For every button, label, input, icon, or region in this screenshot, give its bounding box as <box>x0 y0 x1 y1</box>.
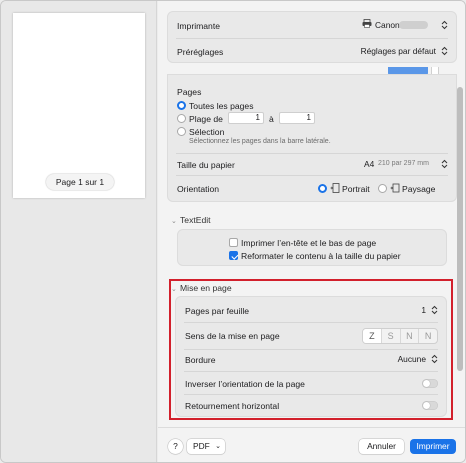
range-from-input[interactable]: 1 <box>228 112 264 124</box>
header-footer-checkbox[interactable] <box>229 238 238 247</box>
portrait-label: Portrait <box>342 184 370 194</box>
print-button[interactable]: Imprimer <box>410 439 456 454</box>
header-footer-label: Imprimer l’en-tête et le bas de page <box>241 238 377 248</box>
pages-title: Pages <box>177 87 202 97</box>
portrait-icon <box>330 183 340 194</box>
landscape-radio[interactable] <box>378 184 387 193</box>
chevron-updown-icon <box>441 159 448 169</box>
range-to-label: à <box>269 114 274 124</box>
divider <box>176 153 448 154</box>
settings-scrollbar[interactable] <box>457 87 463 371</box>
selection-label: Sélection <box>189 127 225 137</box>
presets-select[interactable]: Réglages par défaut <box>338 44 448 58</box>
printer-card: Imprimante Canon Préréglages Réglages pa… <box>167 11 457 63</box>
paper-size-dimensions: 210 par 297 mm <box>378 159 429 167</box>
rewrap-label: Reformater le contenu à la taille du pap… <box>241 251 401 261</box>
divider <box>176 38 448 39</box>
paper-size-select[interactable]: A4 210 par 297 mm <box>358 157 448 171</box>
pages-card: Pages Toutes les pages Plage de 1 à 1 Sé… <box>167 74 457 202</box>
presets-value: Réglages par défaut <box>360 46 436 56</box>
annotation-highlight-box <box>169 279 453 420</box>
cancel-button[interactable]: Annuler <box>359 439 404 454</box>
portrait-radio[interactable] <box>318 184 327 193</box>
selection-radio[interactable] <box>177 127 186 136</box>
chevron-updown-icon <box>441 20 448 30</box>
help-button[interactable]: ? <box>168 439 183 454</box>
printer-select[interactable]: Canon <box>356 18 448 32</box>
textedit-section-header[interactable]: ⌄ TextEdit <box>171 215 211 225</box>
all-pages-label: Toutes les pages <box>189 101 254 111</box>
disclosure-down-icon: ⌄ <box>171 218 177 225</box>
landscape-label: Paysage <box>402 184 436 194</box>
selection-hint: Sélectionnez les pages dans la barre lat… <box>189 138 331 145</box>
rewrap-checkbox[interactable] <box>229 251 238 260</box>
chevron-updown-icon <box>441 46 448 56</box>
paper-size-label: Taille du papier <box>177 160 235 170</box>
printer-value: Canon <box>375 20 400 30</box>
page-range-label: Plage de <box>189 114 223 124</box>
paper-size-value: A4 <box>364 159 375 169</box>
printer-name-redacted <box>399 21 428 29</box>
print-dialog: Page 1 sur 1 Imprimante Canon Préréglage… <box>0 0 466 463</box>
dialog-footer: ? PDF ⌄ Annuler Imprimer <box>158 427 465 462</box>
range-to-input[interactable]: 1 <box>279 112 315 124</box>
textedit-title: TextEdit <box>180 215 211 225</box>
pdf-label: PDF <box>193 441 210 451</box>
pdf-menu-button[interactable]: PDF ⌄ <box>187 439 225 454</box>
printer-label: Imprimante <box>177 21 220 31</box>
presets-label: Préréglages <box>177 47 224 57</box>
printer-icon <box>362 19 372 28</box>
landscape-icon <box>390 183 400 194</box>
all-pages-radio[interactable] <box>177 101 186 110</box>
chevron-down-icon: ⌄ <box>215 443 221 450</box>
page-range-radio[interactable] <box>177 114 186 123</box>
orientation-label: Orientation <box>177 184 220 194</box>
divider <box>176 175 448 176</box>
page-preview-thumbnail[interactable] <box>13 13 145 198</box>
page-indicator: Page 1 sur 1 <box>46 174 114 190</box>
preview-pane: Page 1 sur 1 <box>1 1 157 462</box>
textedit-card: Imprimer l’en-tête et le bas de page Ref… <box>177 229 447 266</box>
